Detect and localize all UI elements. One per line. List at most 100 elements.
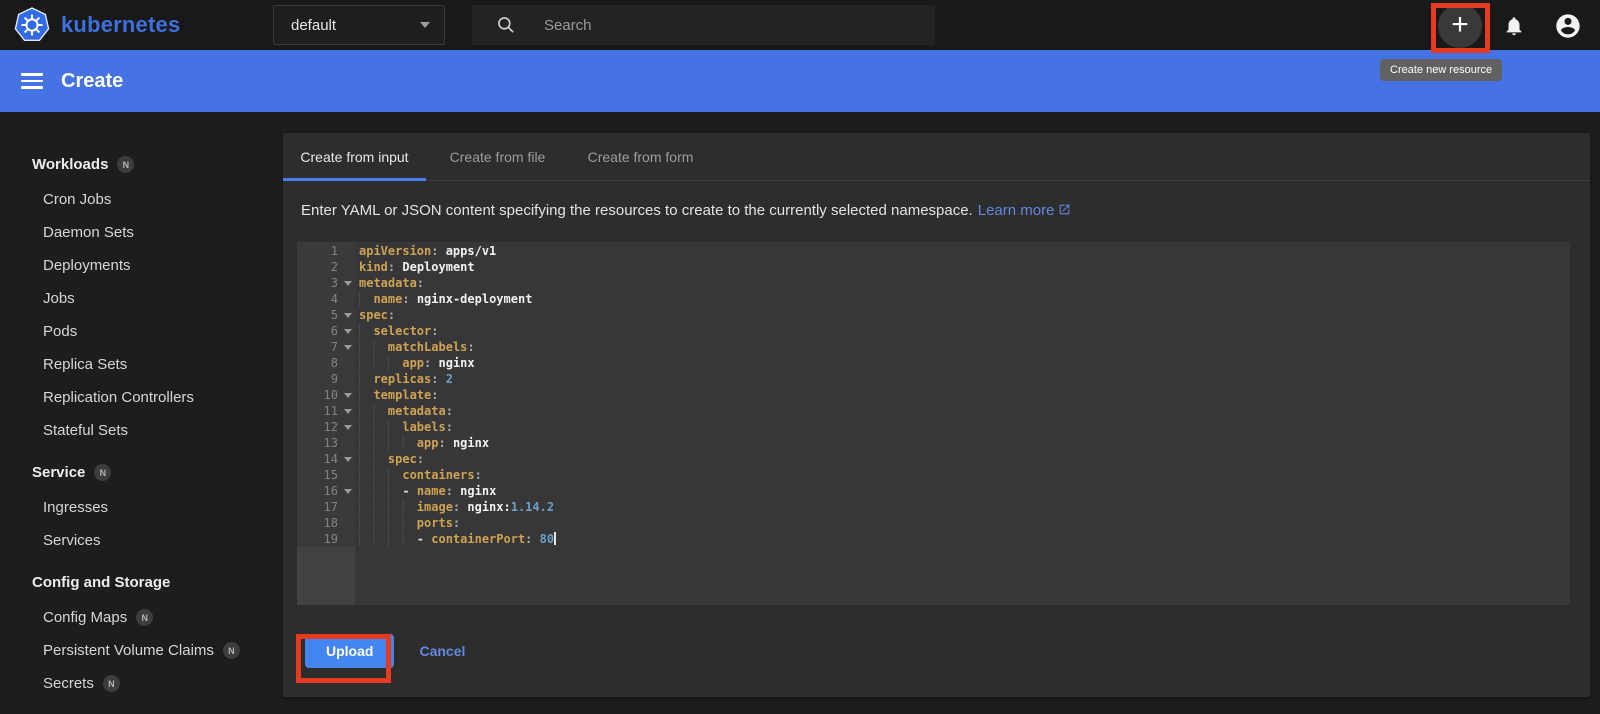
code-line: kind: Deployment [359,260,475,274]
line-number: 10 [297,387,355,403]
sidebar-label: Daemon Sets [43,224,134,241]
kubernetes-dashboard: kubernetes default + [0,0,1600,714]
sidebar-item-cron-jobs[interactable]: Cron Jobs [0,183,283,216]
fold-toggle-icon[interactable] [344,409,352,414]
external-link-icon [1060,204,1070,215]
sidebar-section-service[interactable]: Service N [0,456,283,489]
tab-create-from-form[interactable]: Create from form [569,133,712,180]
tab-create-from-file[interactable]: Create from file [426,133,569,180]
fold-toggle-icon[interactable] [344,345,352,350]
create-description: Enter YAML or JSON content specifying th… [301,202,1590,219]
code-line: - containerPort: 80 [359,531,1570,547]
upload-button[interactable]: Upload [305,634,395,668]
search-icon [498,17,514,33]
sidebar-section-config-and-storage[interactable]: Config and Storage [0,566,283,599]
code-line: image: nginx:1.14.2 [359,499,1570,515]
description-text: Enter YAML or JSON content specifying th… [301,202,973,219]
fold-toggle-icon[interactable] [344,489,352,494]
top-bar: kubernetes default + [0,0,1600,50]
editor-code: apiVersion: apps/v1 kind: Deployment metad… [355,242,1570,605]
line-number: 17 [323,500,338,514]
sidebar-item-stateful-sets[interactable]: Stateful Sets [0,414,283,447]
code-line: name: nginx-deployment [359,291,1570,307]
search-input[interactable] [544,16,874,34]
sidebar-item-pods[interactable]: Pods [0,315,283,348]
app-bar: Create [0,50,1600,112]
namespaced-badge: N [136,609,154,626]
sidebar-label: Replication Controllers [43,389,194,406]
page-title: Create [61,69,124,92]
sidebar-label: Cron Jobs [43,191,112,208]
code-line: selector: [359,323,1570,339]
sidebar-item-daemon-sets[interactable]: Daemon Sets [0,216,283,249]
tab-bar: Create from input Create from file Create … [283,133,1590,181]
line-number: 14 [297,451,355,467]
code-line: ports: [359,515,1570,531]
namespace-selected-value: default [291,16,337,34]
create-card: Create from input Create from file Create … [283,133,1590,697]
line-number: 18 [323,516,338,530]
learn-more-link[interactable]: Learn more [978,202,1072,219]
line-number: 1 [330,244,338,258]
line-number: 15 [323,468,338,482]
fold-toggle-icon[interactable] [344,329,352,334]
code-line: spec: [359,308,396,322]
code-line: containers: [359,467,1570,483]
sidebar-label: Stateful Sets [43,422,129,439]
line-number: 16 [297,483,355,499]
namespaced-badge: N [222,642,240,659]
account-button[interactable] [1546,4,1590,48]
sidebar-item-services[interactable]: Services [0,524,283,557]
sidebar-section-workloads[interactable]: Workloads N [0,148,283,181]
sidebar-label: Config and Storage [32,574,171,591]
sidebar-item-config-maps[interactable]: Config Maps N [0,601,283,634]
code-line: metadata: [359,403,1570,419]
cancel-button[interactable]: Cancel [419,643,465,659]
create-new-resource-button[interactable]: + [1438,4,1482,48]
line-number: 8 [330,356,338,370]
sidebar-label: Pods [43,323,78,340]
code-line: apiVersion: apps/v1 [359,244,497,258]
search-bar [472,5,935,45]
line-number: 7 [297,339,355,355]
fold-toggle-icon[interactable] [344,281,352,286]
code-line: matchLabels: [359,339,1570,355]
tab-create-from-input[interactable]: Create from input [283,133,426,181]
yaml-editor[interactable]: 1 2 3 4 5 6 7 8 9 10 11 12 13 14 15 16 17 18 19 apiVersion… [297,242,1570,605]
sidebar-label: Service [32,464,86,481]
sidebar-item-replication-controllers[interactable]: Replication Controllers [0,381,283,414]
code-line: - name: nginx [359,483,1570,499]
notifications-button[interactable] [1492,4,1536,48]
sidebar-item-ingresses[interactable]: Ingresses [0,491,283,524]
account-icon [1556,14,1580,38]
fold-toggle-icon[interactable] [344,425,352,430]
code-line: app: nginx [359,435,1570,451]
brand-wordmark: kubernetes [61,12,181,37]
form-actions: Upload Cancel [305,634,1590,668]
sidebar-label: Services [43,532,101,549]
brand[interactable]: kubernetes [14,7,180,43]
line-number: 9 [330,372,338,386]
sidebar-item-secrets[interactable]: Secrets N [0,667,283,700]
fold-toggle-icon[interactable] [344,313,352,318]
editor-gutter-rows: 1 2 3 4 5 6 7 8 9 10 11 12 13 14 15 16 17 18 19 [297,242,355,547]
chevron-down-icon [420,22,430,28]
line-number: 13 [323,436,338,450]
code-line: template: [359,387,1570,403]
fold-toggle-icon[interactable] [344,457,352,462]
sidebar-label: Config Maps [43,609,128,626]
sidebar-item-replica-sets[interactable]: Replica Sets [0,348,283,381]
menu-button[interactable] [21,69,43,93]
create-tooltip: Create new resource [1380,59,1503,81]
line-number: 19 [323,532,338,546]
fold-toggle-icon[interactable] [344,393,352,398]
sidebar-label: Secrets [43,675,94,692]
sidebar-item-deployments[interactable]: Deployments [0,249,283,282]
sidebar-label: Ingresses [43,499,109,516]
bell-icon [1506,17,1522,36]
sidebar-label: Deployments [43,257,131,274]
sidebar-label: Persistent Volume Claims [43,642,214,659]
sidebar-item-jobs[interactable]: Jobs [0,282,283,315]
sidebar-item-persistent-volume-claims[interactable]: Persistent Volume Claims N [0,634,283,667]
namespace-select[interactable]: default [273,5,445,45]
